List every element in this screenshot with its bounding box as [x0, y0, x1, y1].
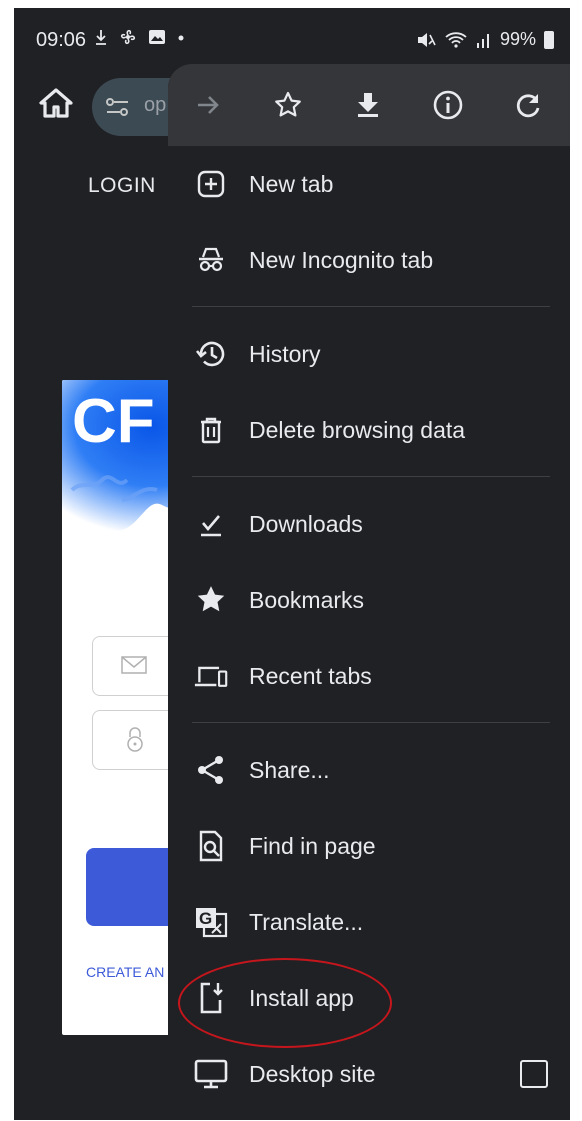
- menu-item-label: Translate...: [249, 908, 364, 935]
- menu-item-label: Recent tabs: [249, 662, 372, 689]
- status-bar: 09:06 99%: [14, 8, 570, 66]
- new-tab-icon: [197, 170, 225, 198]
- login-heading[interactable]: LOGIN: [88, 174, 156, 198]
- browser-overflow-menu: New tab New Incognito tab History Delete…: [168, 64, 570, 1120]
- forward-button[interactable]: [168, 64, 248, 146]
- share-icon: [198, 756, 223, 784]
- svg-text:G: G: [199, 909, 212, 928]
- fan-icon: [120, 29, 136, 45]
- translate-icon: G: [196, 908, 228, 938]
- menu-item-share[interactable]: Share...: [168, 732, 570, 808]
- menu-toolbar: [168, 64, 570, 146]
- lock-icon: [127, 727, 143, 752]
- menu-item-find-in-page[interactable]: Find in page: [168, 808, 570, 884]
- menu-item-label: New Incognito tab: [249, 246, 434, 273]
- menu-item-new-incognito-tab[interactable]: New Incognito tab: [168, 222, 570, 298]
- downloads-icon: [201, 515, 221, 537]
- menu-item-label: New tab: [249, 170, 334, 197]
- status-right: 99%: [416, 29, 554, 50]
- info-icon: [433, 90, 463, 120]
- create-account-link[interactable]: CREATE AN: [86, 964, 164, 980]
- brand-logo-text: CF: [72, 387, 155, 456]
- forward-icon: [198, 96, 219, 114]
- incognito-icon: [199, 247, 223, 272]
- menu-item-new-tab[interactable]: New tab: [168, 146, 570, 222]
- url-text: op: [144, 94, 167, 116]
- menu-item-label: History: [249, 340, 321, 367]
- star-icon: [275, 91, 301, 117]
- battery-icon: [544, 30, 554, 49]
- home-icon[interactable]: [36, 83, 76, 123]
- download-icon: [358, 93, 378, 117]
- desktop-site-checkbox[interactable]: [520, 1060, 548, 1088]
- menu-item-delete-browsing-data[interactable]: Delete browsing data: [168, 392, 570, 468]
- wifi-icon: [445, 31, 467, 48]
- battery-percent: 99%: [499, 29, 536, 49]
- page-info-button[interactable]: [408, 64, 488, 146]
- find-icon: [199, 830, 223, 862]
- menu-item-translate[interactable]: G Translate...: [168, 884, 570, 960]
- trash-icon: [201, 417, 221, 444]
- image-icon: [149, 30, 166, 44]
- menu-divider: [168, 714, 570, 732]
- menu-divider: [168, 1112, 570, 1120]
- menu-divider: [168, 298, 570, 316]
- download-notification-icon: [96, 30, 106, 45]
- menu-item-downloads[interactable]: Downloads: [168, 486, 570, 562]
- menu-item-history[interactable]: History: [168, 316, 570, 392]
- devices-icon: [194, 666, 228, 687]
- mute-icon: [417, 32, 436, 47]
- star-filled-icon: [197, 586, 225, 612]
- status-time: 09:06: [36, 29, 87, 51]
- dot-icon: [178, 35, 184, 41]
- install-app-highlight-ring: [178, 958, 392, 1048]
- history-icon: [195, 341, 225, 367]
- menu-item-label: Share...: [249, 756, 330, 783]
- menu-item-label: Bookmarks: [249, 586, 365, 613]
- site-settings-icon[interactable]: [104, 96, 132, 118]
- menu-item-label: Delete browsing data: [249, 416, 466, 443]
- menu-item-label: Find in page: [249, 832, 376, 859]
- reload-icon: [516, 94, 540, 118]
- menu-item-label: Desktop site: [249, 1060, 376, 1087]
- bookmark-button[interactable]: [248, 64, 328, 146]
- menu-divider: [168, 468, 570, 486]
- download-button[interactable]: [328, 64, 408, 146]
- menu-item-desktop-site[interactable]: Desktop site: [168, 1036, 570, 1112]
- email-icon: [121, 656, 147, 674]
- desktop-icon: [194, 1059, 228, 1089]
- phone-screen: 09:06 99% op LOGIN CF CREATE AN New tab …: [14, 8, 570, 1120]
- notification-icons: [94, 28, 185, 51]
- menu-item-bookmarks[interactable]: Bookmarks: [168, 562, 570, 638]
- reload-button[interactable]: [488, 64, 568, 146]
- menu-item-label: Downloads: [249, 510, 363, 537]
- signal-icon: [476, 33, 489, 48]
- menu-item-recent-tabs[interactable]: Recent tabs: [168, 638, 570, 714]
